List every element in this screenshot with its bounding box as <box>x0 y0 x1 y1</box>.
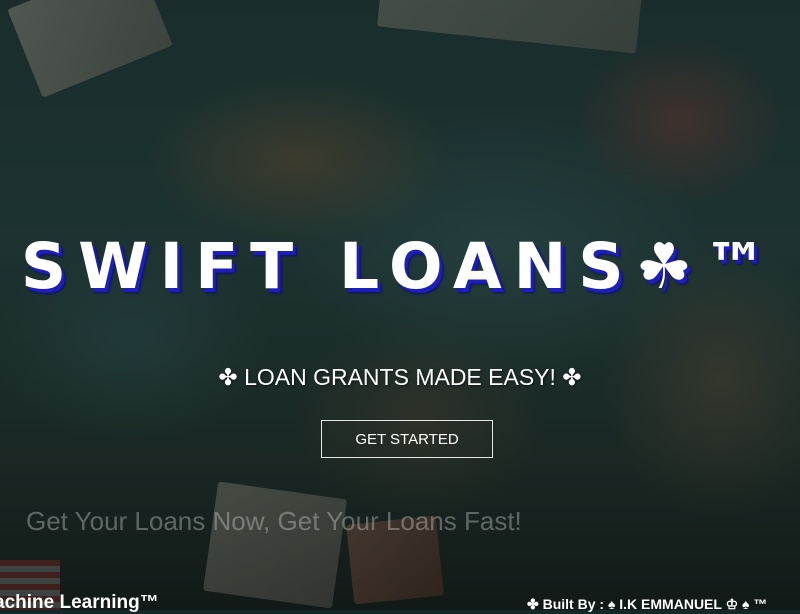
footer-marquee-left: achine Learning™ <box>0 592 159 613</box>
slogan-text: Get Your Loans Now, Get Your Loans Fast! <box>26 506 522 536</box>
banknote-image <box>202 481 348 609</box>
footer-credits: ✤ Built By : ♠ I.K EMMANUEL ♔ ♠ ™ <box>527 596 768 612</box>
banknote-image <box>377 0 643 54</box>
banknote-image <box>7 0 173 98</box>
tagline: ✤ LOAN GRANTS MADE EASY! ✤ <box>218 364 582 390</box>
brand-title: SWIFT LOANS☘™ <box>20 230 780 303</box>
get-started-button[interactable]: GET STARTED <box>321 420 493 458</box>
